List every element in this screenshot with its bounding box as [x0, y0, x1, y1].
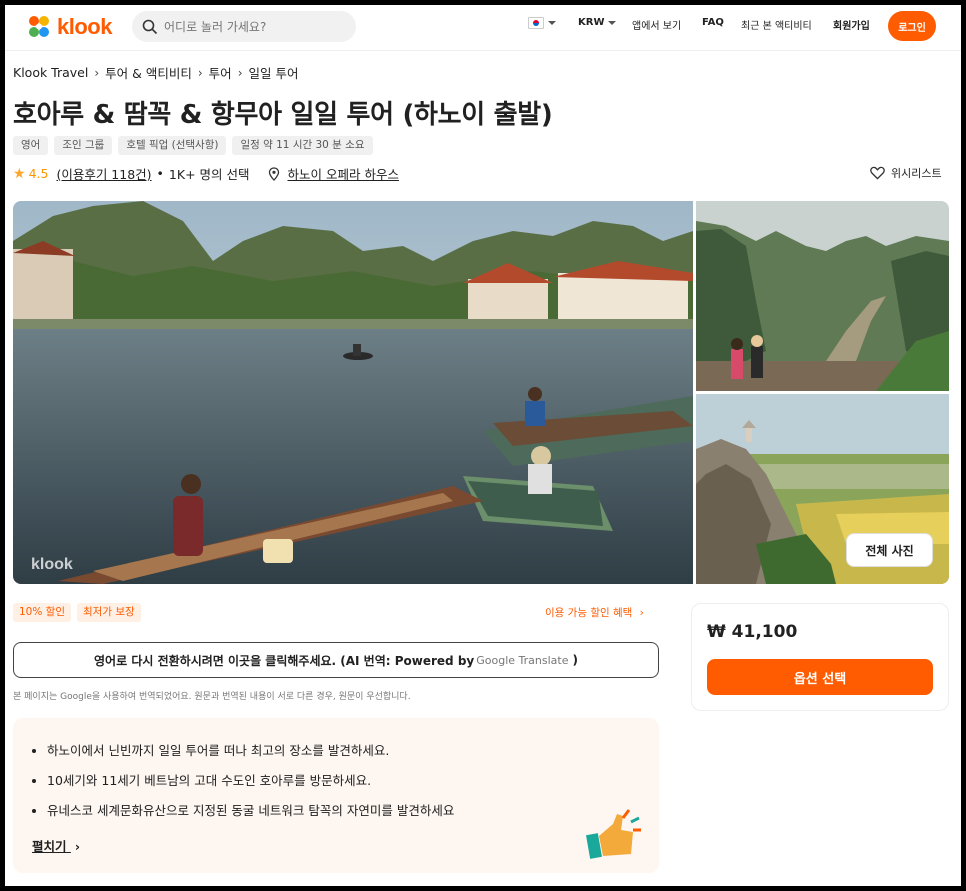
location-pin-icon	[268, 166, 279, 181]
expand-label: 펼치기	[32, 839, 67, 854]
translate-button-text: 영어로 다시 전환하시려면 이곳을 클릭해주세요. (AI 번역: Powere…	[94, 653, 475, 668]
select-option-button[interactable]: 옵션 선택	[707, 659, 933, 695]
login-button[interactable]: 로그인	[888, 11, 936, 41]
breadcrumb-item[interactable]: 투어	[209, 63, 232, 82]
all-photos-button[interactable]: 전체 사진	[846, 533, 933, 567]
nav-signup[interactable]: 회원가입	[833, 17, 870, 32]
discount-badge: 10% 할인	[13, 603, 71, 622]
chevron-down-icon	[608, 20, 617, 25]
main-photo[interactable]: klook	[13, 201, 693, 584]
klook-logo-icon	[29, 16, 49, 37]
nav-app-label: 앱에서 보기	[632, 21, 682, 32]
chevron-right-icon: ›	[94, 65, 100, 80]
google-translate-logo: Google Translate	[476, 653, 569, 667]
highlights-box: 하노이에서 닌빈까지 일일 투어를 떠나 최고의 장소를 발견하세요. 10세기…	[13, 718, 659, 873]
price: ₩ 41,100	[707, 622, 798, 642]
highlights-list: 하노이에서 닌빈까지 일일 투어를 떠나 최고의 장소를 발견하세요. 10세기…	[47, 740, 454, 830]
translate-button-end: )	[572, 653, 578, 667]
currency-label: KRW	[578, 17, 605, 28]
nav-recent-label: 최근 본 액티비티	[741, 21, 812, 32]
nav-recent[interactable]: 최근 본 액티비티	[741, 17, 812, 32]
booking-card: ₩ 41,100 옵션 선택	[691, 603, 949, 711]
thumbs-up-icon	[586, 809, 641, 859]
nav-app[interactable]: 앱에서 보기	[632, 17, 681, 32]
reviews-link[interactable]: (이용후기 118건)	[56, 164, 151, 183]
nav-signup-label: 회원가입	[833, 21, 870, 32]
star-icon: ★	[13, 165, 26, 182]
page-frame: klook KRW 앱에서 보기 FAQ 최근 본 액티비티 회원가입 로그인 …	[5, 5, 961, 886]
korea-flag-icon	[528, 17, 544, 29]
nav-faq[interactable]: FAQ	[702, 17, 724, 28]
available-discounts-link[interactable]: 이용 가능 할인 혜택 ›	[545, 605, 644, 620]
location-link[interactable]: 하노이 오페라 하우스	[288, 164, 399, 183]
page-title: 호아루 & 땀꼭 & 항무아 일일 투어 (하노이 출발)	[13, 100, 553, 130]
logo-text: klook	[57, 14, 112, 39]
expand-button[interactable]: 펼치기 ›	[32, 836, 80, 855]
heart-icon	[870, 166, 885, 180]
list-item: 유네스코 세계문화유산으로 지정된 동굴 네트워크 탐꼭의 자연미를 발견하세요	[47, 800, 454, 819]
side-photo-1[interactable]	[696, 201, 949, 391]
search-icon	[142, 19, 158, 34]
list-item: 10세기와 11세기 베트남의 고대 수도인 호아루를 방문하세요.	[47, 770, 454, 789]
karst-valley-photo	[696, 201, 949, 391]
booked-count: 1K+ 명의 선택	[168, 167, 250, 182]
chevron-right-icon: ›	[639, 607, 644, 619]
rating-value: 4.5	[28, 166, 49, 181]
klook-logo[interactable]: klook	[25, 13, 112, 41]
tag-group: 조인 그룹	[54, 136, 113, 155]
wishlist-button[interactable]: 위시리스트	[870, 165, 942, 181]
photo-watermark: klook	[31, 556, 73, 573]
chevron-right-icon: ›	[237, 65, 243, 80]
nav-faq-label: FAQ	[702, 17, 724, 28]
switch-language-button[interactable]: 영어로 다시 전환하시려면 이곳을 클릭해주세요. (AI 번역: Powere…	[13, 642, 659, 678]
search-input[interactable]	[164, 19, 344, 34]
tag-pickup: 호텔 픽업 (선택사항)	[118, 136, 227, 155]
language-selector[interactable]	[528, 17, 556, 29]
list-item: 하노이에서 닌빈까지 일일 투어를 떠나 최고의 장소를 발견하세요.	[47, 740, 454, 759]
tag-language: 영어	[13, 136, 49, 155]
dot-separator: •	[156, 166, 164, 181]
rating-row: ★ 4.5 (이용후기 118건) • 1K+ 명의 선택 하노이 오페라 하우…	[13, 164, 399, 183]
chevron-right-icon: ›	[74, 839, 81, 854]
discount-link-label: 이용 가능 할인 혜택	[545, 607, 633, 619]
tag-duration: 일정 약 11 시간 30 분 소요	[232, 136, 373, 155]
breadcrumb: Klook Travel › 투어 & 액티비티 › 투어 › 일일 투어	[13, 63, 298, 82]
chevron-down-icon	[548, 21, 556, 25]
translation-notice: 본 페이지는 Google을 사용하여 번역되었어요. 원문과 번역된 내용이 …	[13, 692, 411, 702]
breadcrumb-item[interactable]: 투어 & 액티비티	[105, 63, 192, 82]
activity-tags: 영어 조인 그룹 호텔 픽업 (선택사항) 일정 약 11 시간 30 분 소요	[13, 136, 379, 155]
breadcrumb-item[interactable]: Klook Travel	[13, 65, 88, 80]
river-boats-photo: klook	[13, 201, 693, 584]
promo-badges: 10% 할인 최저가 보장	[13, 603, 147, 622]
breadcrumb-item[interactable]: 일일 투어	[249, 63, 299, 82]
currency-selector[interactable]: KRW	[578, 17, 617, 28]
chevron-right-icon: ›	[197, 65, 203, 80]
top-header: klook KRW 앱에서 보기 FAQ 최근 본 액티비티 회원가입 로그인	[5, 5, 961, 51]
search-bar[interactable]	[132, 11, 356, 42]
wishlist-label: 위시리스트	[891, 167, 942, 180]
best-price-badge: 최저가 보장	[77, 603, 141, 622]
